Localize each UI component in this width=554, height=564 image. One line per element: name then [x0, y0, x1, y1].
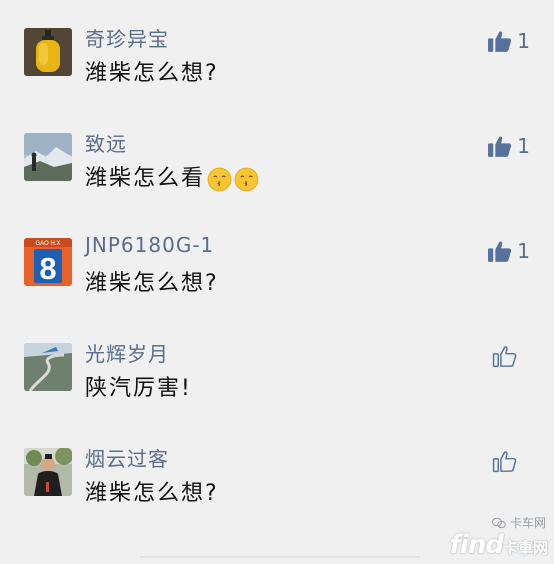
like-count: 1: [517, 134, 530, 158]
comment-item: 烟云过客 潍柴怎么想?: [0, 420, 554, 525]
commenter-name[interactable]: 致远: [85, 128, 127, 157]
like-count: 1: [517, 29, 530, 53]
thumbs-up-outline-icon: [492, 345, 517, 367]
watermark-logo: find卡車网: [450, 530, 548, 560]
comment-text: 潍柴怎么看: [85, 165, 259, 193]
amber-pendant-avatar: [24, 28, 72, 76]
comment-item: 奇珍异宝 潍柴怎么想? 1: [0, 0, 554, 105]
watermark-source-text: 卡车网: [509, 516, 546, 530]
kissing-face-emoji: [207, 167, 232, 191]
watermark-source: 卡车网: [491, 514, 546, 531]
avatar[interactable]: [24, 343, 72, 391]
comment-item: 致远 潍柴怎么看 1: [0, 105, 554, 210]
commenter-name[interactable]: JNP6180G-1: [85, 233, 214, 257]
bottom-divider: [140, 556, 420, 558]
comment-text: 陕汽厉害!: [85, 376, 192, 401]
comment-item: 光辉岁月 陕汽厉害!: [0, 315, 554, 420]
person-outdoor-avatar: [24, 448, 72, 496]
thumbs-up-filled-icon: [488, 240, 512, 262]
bus-route-8-avatar: GAO H.X 8: [24, 238, 72, 286]
comment-text: 潍柴怎么想?: [85, 271, 219, 296]
comment-item: GAO H.X 8 JNP6180G-1 潍柴怎么想? 1: [0, 210, 554, 315]
avatar[interactable]: [24, 448, 72, 496]
like-button[interactable]: [492, 341, 530, 371]
comment-text: 潍柴怎么想?: [85, 61, 219, 86]
wechat-icon: [491, 517, 506, 528]
watermark-logo-latin: find: [449, 530, 504, 560]
aerial-road-avatar: [24, 343, 72, 391]
like-button[interactable]: 1: [487, 236, 530, 266]
thumbs-up-outline-icon: [492, 450, 517, 472]
comment-text: 潍柴怎么想?: [85, 481, 219, 506]
like-count: 1: [517, 239, 530, 263]
avatar[interactable]: [24, 133, 72, 181]
like-button[interactable]: 1: [487, 26, 530, 56]
avatar[interactable]: [24, 28, 72, 76]
commenter-name[interactable]: 奇珍异宝: [85, 23, 169, 52]
kissing-face-emoji: [234, 167, 259, 191]
comment-text-content: 潍柴怎么看: [85, 166, 206, 191]
thumbs-up-filled-icon: [488, 30, 512, 52]
avatar[interactable]: GAO H.X 8: [24, 238, 72, 286]
avatar-number: 8: [39, 251, 56, 286]
commenter-name[interactable]: 烟云过客: [85, 443, 169, 472]
like-button[interactable]: [492, 446, 530, 476]
thumbs-up-filled-icon: [488, 135, 512, 157]
watermark-logo-cn: 卡車网: [502, 539, 548, 557]
comments-page: 奇珍异宝 潍柴怎么想? 1 致远 潍柴怎么看 1 GAO H.X 8 JNP61…: [0, 0, 554, 564]
commenter-name[interactable]: 光辉岁月: [85, 338, 169, 367]
avatar-caption: GAO H.X: [35, 241, 60, 247]
watermark: 卡车网 find卡車网: [438, 512, 548, 562]
mountain-landscape-avatar: [24, 133, 72, 181]
like-button[interactable]: 1: [487, 131, 530, 161]
